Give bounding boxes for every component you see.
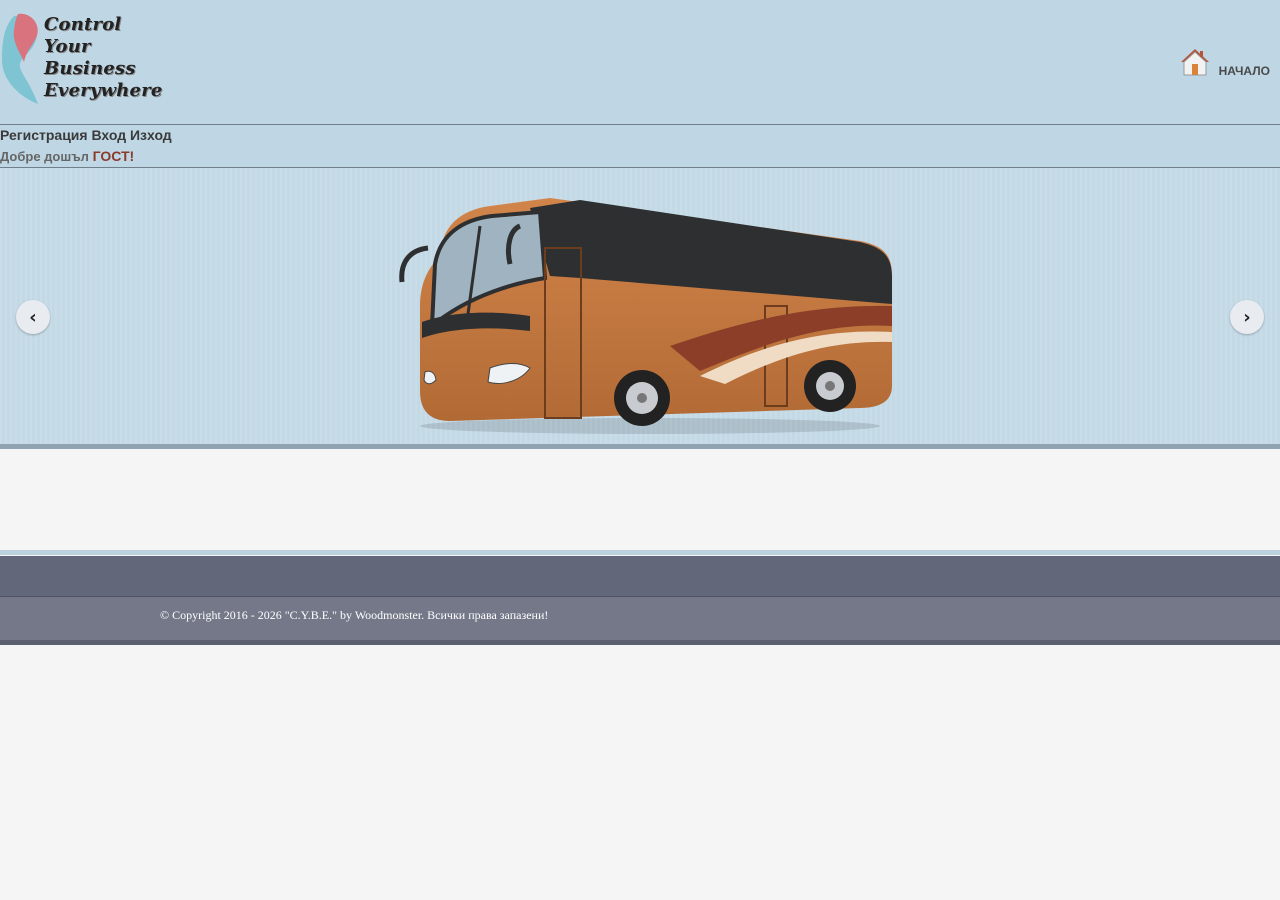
welcome-message: Добре дошъл ГОСТ! xyxy=(0,148,134,164)
site-header: Control Your Business Everywhere НАЧАЛО xyxy=(0,0,1280,125)
bus-image xyxy=(399,198,892,434)
user-bar: Регистрация Вход Изход Добре дошъл ГОСТ! xyxy=(0,125,1280,168)
nav-home-label: НАЧАЛО xyxy=(1218,64,1270,78)
image-slider: ‹ › xyxy=(0,168,1280,449)
guest-name: ГОСТ! xyxy=(92,148,135,164)
logo-line-3: Business xyxy=(44,58,136,79)
main-content xyxy=(0,449,1280,555)
site-logo[interactable]: Control Your Business Everywhere xyxy=(0,12,162,108)
login-link[interactable]: Вход xyxy=(91,127,126,143)
register-link[interactable]: Регистрация xyxy=(0,127,88,143)
logo-line-2: Your xyxy=(44,36,91,57)
nav-home-link[interactable]: НАЧАЛО xyxy=(1179,46,1270,78)
logo-text: Control Your Business Everywhere xyxy=(44,14,163,102)
logo-line-4: Everywhere xyxy=(44,80,163,101)
logo-line-1: Control xyxy=(44,14,122,35)
slider-next-button[interactable]: › xyxy=(1230,300,1264,334)
auth-links: Регистрация Вход Изход xyxy=(0,127,172,143)
chevron-left-icon: ‹ xyxy=(29,306,37,328)
welcome-text: Добре дошъл xyxy=(0,149,89,164)
slider-prev-button[interactable]: ‹ xyxy=(16,300,50,334)
footer: © Copyright 2016 - 2026 "C.Y.B.E." by Wo… xyxy=(0,597,1280,645)
chevron-right-icon: › xyxy=(1243,306,1251,328)
copyright-text: © Copyright 2016 - 2026 "C.Y.B.E." by Wo… xyxy=(160,608,549,622)
logout-link[interactable]: Изход xyxy=(130,127,172,143)
home-icon xyxy=(1180,49,1209,76)
footer-top-bar xyxy=(0,556,1280,597)
